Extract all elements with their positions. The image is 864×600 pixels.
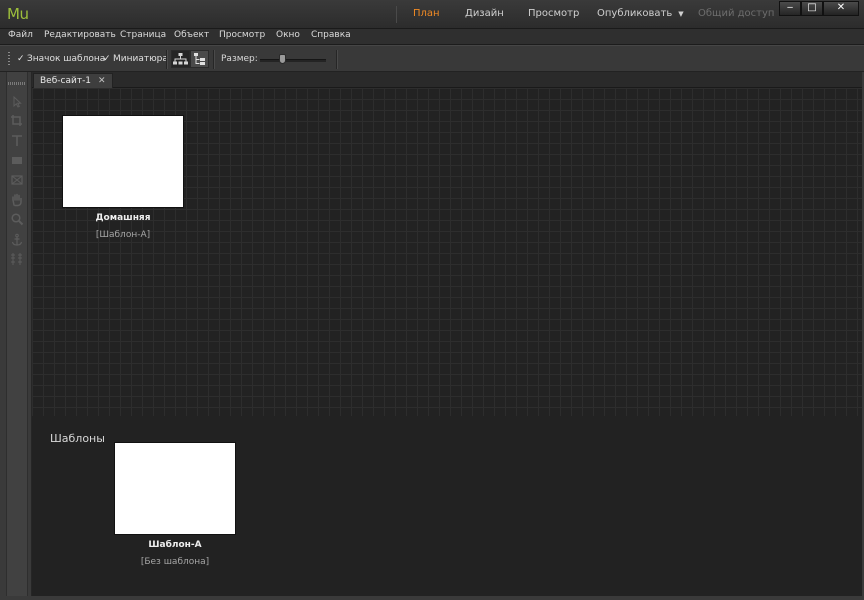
- maximize-button[interactable]: □: [801, 1, 823, 16]
- master-name[interactable]: Шаблон-А: [105, 540, 245, 550]
- mode-plan-tab[interactable]: План: [413, 8, 440, 19]
- list-tree-icon: [194, 53, 205, 65]
- publish-label: Опубликовать: [597, 8, 673, 19]
- text-tool-icon: [12, 135, 22, 146]
- toolbar-grip[interactable]: [8, 52, 10, 66]
- toolbar-separator: [213, 50, 214, 69]
- menu-help[interactable]: Справка: [311, 30, 351, 40]
- hand-tool-button[interactable]: [8, 192, 26, 208]
- thumbnail-checkbox[interactable]: ✓ Миниатюра: [103, 54, 168, 64]
- page-name[interactable]: Домашняя: [53, 213, 193, 223]
- tab-website-1[interactable]: Веб-сайт-1 ✕: [33, 73, 113, 88]
- menu-window[interactable]: Окно: [276, 30, 300, 40]
- size-slider-handle[interactable]: [279, 54, 286, 64]
- chevron-down-icon: ▼: [678, 10, 684, 18]
- menu-view[interactable]: Просмотр: [219, 30, 265, 40]
- menu-edit[interactable]: Редактировать: [44, 30, 116, 40]
- selection-tool-icon: [13, 96, 22, 108]
- rectangle-tool-icon: [12, 157, 22, 164]
- close-button[interactable]: ✕: [823, 1, 859, 16]
- document-tab-strip: Веб-сайт-1 ✕: [32, 72, 864, 88]
- checkmark-icon: ✓: [17, 54, 25, 64]
- size-label: Размер:: [221, 54, 258, 64]
- tools-strip: [6, 72, 28, 600]
- window-bottom-edge: [0, 596, 864, 600]
- text-tool-button[interactable]: [8, 133, 26, 149]
- panel-grip[interactable]: [8, 82, 26, 85]
- frame-tool-icon: [11, 175, 23, 185]
- masters-section-title: Шаблоны: [50, 432, 105, 445]
- menu-object[interactable]: Объект: [174, 30, 209, 40]
- layout-tool-icon: [11, 253, 22, 265]
- menu-page[interactable]: Страница: [120, 30, 166, 40]
- rectangle-tool-button[interactable]: [8, 153, 26, 169]
- show-master-label: Значок шаблона: [27, 54, 106, 64]
- page-thumbnail-home[interactable]: [62, 115, 184, 208]
- zoom-tool-icon: [11, 213, 24, 226]
- close-icon[interactable]: ✕: [98, 76, 106, 86]
- master-parent-label: [Без шаблона]: [140, 557, 210, 567]
- master-thumbnail-a[interactable]: [114, 442, 236, 535]
- menu-bar: Файл Редактировать Страница Объект Просм…: [0, 29, 864, 45]
- tab-label: Веб-сайт-1: [40, 76, 92, 86]
- mode-design-tab[interactable]: Дизайн: [465, 8, 504, 19]
- show-master-checkbox[interactable]: ✓ Значок шаблона: [17, 54, 105, 64]
- checkmark-icon: ✓: [103, 54, 111, 64]
- tools-panel: »: [0, 72, 32, 600]
- sitemap-tree-view-button[interactable]: [171, 50, 190, 68]
- anchor-tool-button[interactable]: [8, 232, 26, 248]
- control-bar: ✓ Значок шаблона ✓ Миниатюра Размер:: [0, 45, 864, 72]
- layout-tool-button[interactable]: [8, 252, 26, 268]
- anchor-tool-icon: [11, 233, 23, 246]
- crop-tool-button[interactable]: [8, 113, 26, 129]
- mode-separator: [396, 6, 397, 23]
- sitemap-tree-icon: [173, 53, 188, 65]
- selection-tool-button[interactable]: [8, 94, 26, 110]
- thumbnail-label: Миниатюра: [113, 54, 168, 64]
- mode-preview-tab[interactable]: Просмотр: [528, 8, 579, 19]
- app-logo: Mu: [7, 5, 29, 23]
- mode-publish-button[interactable]: Опубликовать ▼: [597, 8, 684, 19]
- mode-share-tab: Общий доступ: [698, 8, 775, 19]
- hand-tool-icon: [12, 193, 22, 207]
- minimize-button[interactable]: ‒: [779, 1, 801, 16]
- menu-file[interactable]: Файл: [8, 30, 33, 40]
- title-bar: Mu План Дизайн Просмотр Опубликовать ▼ Об…: [0, 0, 864, 29]
- toolbar-separator: [336, 50, 337, 69]
- size-slider-track[interactable]: [260, 59, 326, 62]
- frame-tool-button[interactable]: [8, 172, 26, 188]
- zoom-tool-button[interactable]: [8, 211, 26, 227]
- toolbar-separator: [166, 50, 167, 69]
- crop-tool-icon: [11, 115, 22, 126]
- sitemap-list-view-button[interactable]: [190, 50, 209, 68]
- page-master-label: [Шаблон-А]: [95, 230, 151, 240]
